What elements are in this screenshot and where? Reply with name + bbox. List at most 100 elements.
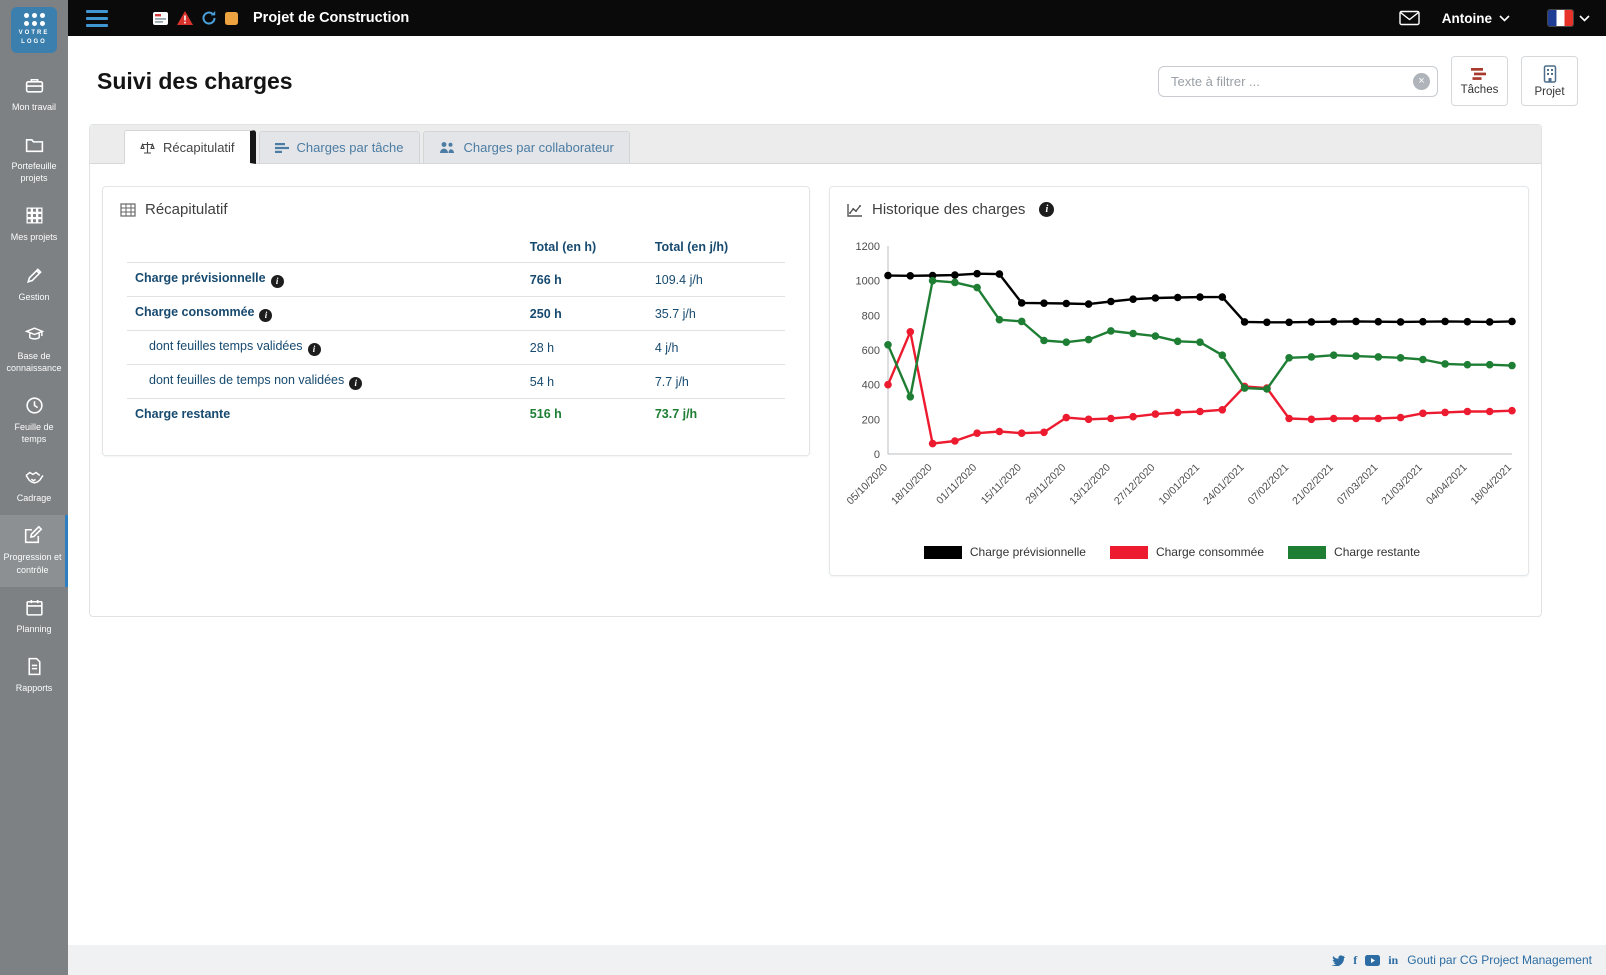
- legend-item[interactable]: Charge restante: [1288, 545, 1434, 559]
- sidebar-item-feuille-de-temps[interactable]: Feuille de temps: [0, 385, 68, 456]
- table-row: dont feuilles temps validées i 28 h 4 j/h: [127, 330, 785, 365]
- svg-text:21/02/2021: 21/02/2021: [1290, 462, 1336, 508]
- project-indicator-icons: [152, 10, 239, 27]
- svg-text:800: 800: [862, 310, 880, 322]
- info-icon[interactable]: i: [307, 343, 321, 356]
- hamburger-menu-icon[interactable]: [84, 8, 110, 29]
- sidebar-item-gestion[interactable]: Gestion: [0, 255, 68, 314]
- svg-text:21/03/2021: 21/03/2021: [1379, 462, 1425, 508]
- info-icon[interactable]: i: [349, 377, 363, 390]
- chevron-down-icon: [1579, 14, 1590, 22]
- grid-icon: [26, 207, 42, 224]
- youtube-icon[interactable]: [1365, 954, 1381, 966]
- app-logo[interactable]: VOTRE LOGO: [11, 7, 57, 53]
- info-icon[interactable]: i: [259, 309, 273, 322]
- sidebar-item-mes-projets[interactable]: Mes projets: [0, 195, 68, 254]
- info-icon[interactable]: i: [1039, 202, 1055, 217]
- logo-text: VOTRE LOGO: [18, 30, 50, 45]
- svg-text:05/10/2020: 05/10/2020: [844, 462, 890, 508]
- sidebar-item-mon-travail[interactable]: Mon travail: [0, 65, 68, 124]
- deliverable-board-icon[interactable]: [152, 10, 169, 27]
- charges-panel: Récapitulatif Charges par tâche Charges …: [89, 124, 1542, 617]
- footer: f in Gouti par CG Project Management: [68, 945, 1606, 975]
- svg-text:13/12/2020: 13/12/2020: [1067, 462, 1113, 508]
- action-sync-icon[interactable]: [201, 10, 217, 26]
- calendar-icon: [25, 599, 43, 616]
- legend-swatch: [1109, 545, 1148, 559]
- building-icon: [1543, 64, 1556, 83]
- svg-text:29/11/2020: 29/11/2020: [1023, 462, 1068, 507]
- sidebar-item-rapports[interactable]: Rapports: [0, 646, 68, 705]
- facebook-icon[interactable]: f: [1353, 953, 1357, 968]
- footer-credit-link[interactable]: Gouti par CG Project Management: [1407, 953, 1592, 967]
- project-title: Projet de Construction: [253, 10, 410, 26]
- graduation-cap-icon: [24, 327, 44, 340]
- logo-dots-icon: [23, 13, 45, 26]
- svg-text:0: 0: [874, 449, 880, 461]
- clock-icon: [25, 397, 43, 414]
- svg-text:18/10/2020: 18/10/2020: [889, 462, 935, 508]
- svg-text:200: 200: [862, 414, 880, 426]
- tab-charges-par-collaborateur[interactable]: Charges par collaborateur: [422, 131, 630, 164]
- svg-text:24/01/2021: 24/01/2021: [1201, 462, 1247, 508]
- social-links: f in: [1331, 953, 1398, 968]
- briefcase-icon: [25, 78, 43, 93]
- clear-search-icon[interactable]: ×: [1413, 72, 1430, 90]
- sidebar-item-portefeuille-projets[interactable]: Portefeuille projets: [0, 124, 68, 195]
- table-row: Charge restante 516 h 73.7 j/h: [127, 398, 785, 429]
- svg-text:01/11/2020: 01/11/2020: [934, 462, 979, 507]
- project-button[interactable]: Projet: [1521, 56, 1578, 106]
- pencil-icon: [26, 267, 42, 283]
- page-title: Suivi des charges: [97, 67, 293, 94]
- svg-text:400: 400: [862, 380, 880, 392]
- report-icon: [27, 657, 41, 675]
- svg-text:1200: 1200: [856, 241, 880, 253]
- sidebar-item-base-de-connaissance[interactable]: Base de connaissance: [0, 314, 68, 385]
- chevron-down-icon: [1499, 14, 1510, 22]
- legend-label: Charge prévisionnelle: [969, 545, 1086, 559]
- recap-card: Récapitulatif Total (en h) Total (en j/h…: [102, 186, 810, 456]
- twitter-icon[interactable]: [1331, 954, 1346, 966]
- svg-text:27/12/2020: 27/12/2020: [1112, 462, 1158, 508]
- svg-text:10/01/2021: 10/01/2021: [1156, 462, 1202, 508]
- chart-legend: Charge prévisionnelle Charge consommée Cha…: [830, 537, 1528, 575]
- folder-icon: [25, 139, 43, 153]
- table-row: Charge prévisionnelle i 766 h 109.4 j/h: [127, 262, 785, 297]
- task-bars-icon: [274, 142, 289, 153]
- main-content: Suivi des charges × Tâches Projet: [68, 36, 1606, 945]
- info-icon[interactable]: i: [270, 275, 284, 288]
- table-icon: [120, 202, 136, 217]
- legend-swatch: [923, 545, 962, 559]
- people-icon: [439, 142, 454, 153]
- sidebar-item-progression-et-controle[interactable]: Progression et contrôle: [0, 515, 68, 587]
- linkedin-icon[interactable]: in: [1388, 953, 1398, 968]
- legend-item[interactable]: Charge prévisionnelle: [923, 545, 1100, 559]
- tab-recapitulatif[interactable]: Récapitulatif: [124, 130, 256, 164]
- svg-text:07/03/2021: 07/03/2021: [1335, 462, 1381, 508]
- edit-icon: [24, 526, 43, 544]
- risk-warning-icon[interactable]: [176, 10, 194, 26]
- legend-item[interactable]: Charge consommée: [1109, 545, 1278, 559]
- tasks-button[interactable]: Tâches: [1451, 56, 1508, 106]
- mail-icon[interactable]: [1399, 10, 1420, 26]
- language-selector[interactable]: [1548, 10, 1590, 26]
- sidebar: VOTRE LOGO Mon travail Portefeuille proje…: [0, 0, 68, 975]
- svg-text:07/02/2021: 07/02/2021: [1246, 462, 1292, 508]
- france-flag-icon: [1548, 10, 1573, 26]
- history-card: Historique des charges i 0 200 400 600 800 10…: [829, 186, 1529, 576]
- recap-card-title: Récapitulatif: [145, 201, 228, 218]
- col-total-h: Total (en h): [521, 232, 647, 263]
- sidebar-item-planning[interactable]: Planning: [0, 587, 68, 646]
- col-total-jh: Total (en j/h): [646, 232, 785, 263]
- user-menu[interactable]: Antoine: [1442, 11, 1510, 26]
- sidebar-item-cadrage[interactable]: Cadrage: [0, 456, 68, 515]
- svg-text:04/04/2021: 04/04/2021: [1424, 462, 1470, 508]
- task-bars-red-icon: [1470, 67, 1486, 80]
- legend-label: Charge restante: [1334, 545, 1421, 559]
- topbar: Projet de Construction Antoine: [68, 0, 1606, 36]
- milestone-icon[interactable]: [224, 11, 239, 26]
- tab-charges-par-tache[interactable]: Charges par tâche: [258, 131, 420, 164]
- filter-input[interactable]: [1158, 65, 1438, 97]
- handshake-icon: [24, 471, 44, 484]
- line-chart-icon: [847, 203, 862, 217]
